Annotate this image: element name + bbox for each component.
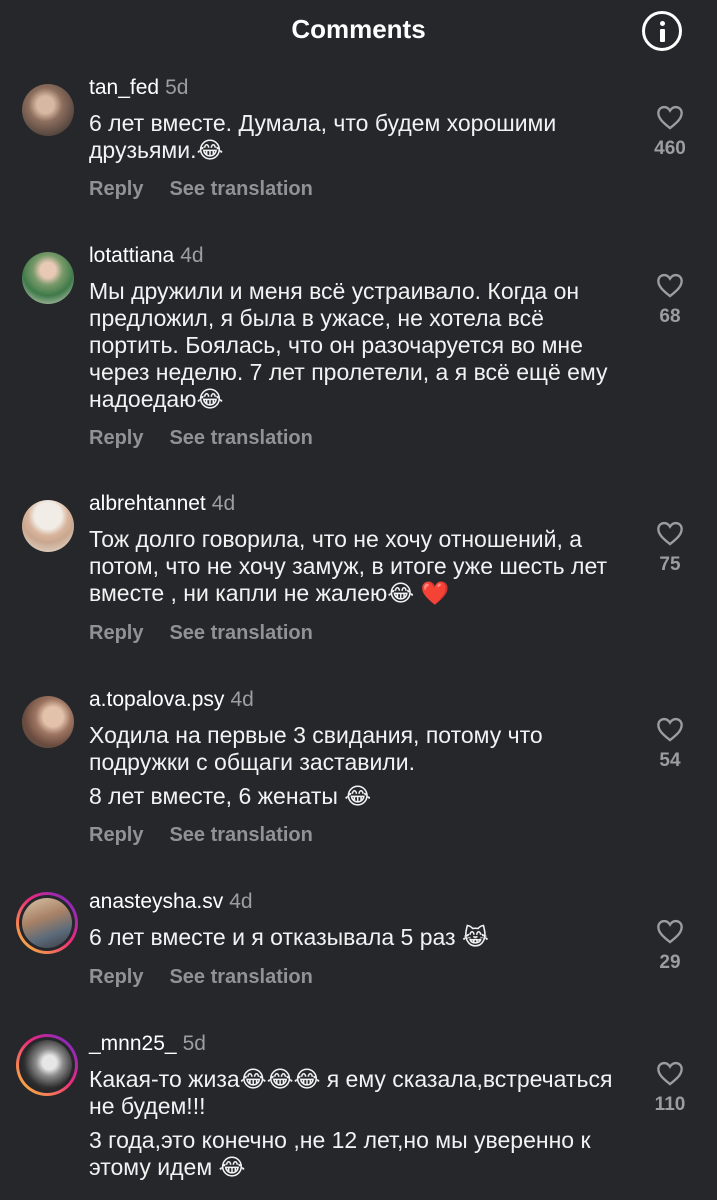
avatar [22,1040,72,1090]
reply-button[interactable]: Reply [89,966,143,988]
comment-username[interactable]: tan_fed 5d [89,76,188,100]
comment-username[interactable]: a.topalova.psy 4d [89,688,254,712]
like-control: 110 [640,1060,700,1116]
comment-username[interactable]: anasteysha.sv 4d [89,890,253,914]
comment-time: 5d [182,1032,206,1055]
avatar-story-ring[interactable] [16,892,78,954]
comments-header: Comments [0,0,717,64]
username-text[interactable]: _mnn25_ [89,1032,177,1055]
comment-text: 6 лет вместе и я отказывала 5 раз 😹 [89,924,634,951]
heart-icon[interactable] [656,104,684,130]
heart-icon[interactable] [656,716,684,742]
comment-paragraph: 8 лет вместе, 6 женаты 😂 [89,783,372,809]
comment-actions: Reply See translation [89,622,313,645]
comment-username[interactable]: albrehtannet 4d [89,492,235,516]
comment-text: 6 лет вместе. Думала, что будем хорошими… [89,110,634,164]
comment-time: 5d [165,76,189,99]
like-count: 54 [659,750,681,771]
comment-time: 4d [230,688,254,711]
username-text[interactable]: lotattiana [89,244,174,267]
avatar [22,898,72,948]
see-translation-button[interactable]: See translation [169,966,312,988]
reply-button[interactable]: Reply [89,427,143,449]
comment-text: Какая-то жиза😂😂😂 я ему сказала,встречать… [89,1066,634,1181]
comment-text: Ходила на первые 3 свидания, потому что … [89,722,634,810]
see-translation-button[interactable]: See translation [169,824,312,846]
avatar[interactable] [22,84,74,136]
heart-icon[interactable] [656,272,684,298]
like-count: 110 [654,1094,686,1115]
comment-actions: Reply See translation [89,824,313,847]
reply-button[interactable]: Reply [89,622,143,644]
avatar[interactable] [22,696,74,748]
avatar-story-ring[interactable] [16,1034,78,1096]
like-control: 460 [640,104,700,160]
like-control: 29 [640,918,700,974]
username-text[interactable]: anasteysha.sv [89,890,223,913]
comment-username[interactable]: _mnn25_ 5d [89,1032,206,1056]
like-control: 75 [640,520,700,576]
comment-time: 4d [211,492,236,515]
comment-actions: Reply See translation [89,427,313,450]
comment-time: 4d [229,890,253,913]
comment-paragraph: 3 года,это конечно ,не 12 лет,но мы увер… [89,1127,591,1180]
info-icon-stem [660,29,665,42]
comment-paragraph: Какая-то жиза😂😂😂 я ему сказала,встречать… [89,1066,613,1119]
see-translation-button[interactable]: See translation [169,178,312,200]
heart-icon[interactable] [656,918,684,944]
reply-button[interactable]: Reply [89,178,143,200]
comment-text: Тож долго говорила, что не хочу отношени… [89,526,634,607]
comment-paragraph: Ходила на первые 3 свидания, потому что … [89,722,543,775]
username-text[interactable]: a.topalova.psy [89,688,224,711]
page-title: Comments [291,14,426,44]
see-translation-button[interactable]: See translation [169,427,312,449]
like-control: 68 [640,272,700,328]
username-text[interactable]: albrehtannet [89,492,206,515]
comment-paragraph: Тож долго говорила, что не хочу отношени… [89,526,608,606]
username-text[interactable]: tan_fed [89,76,159,99]
avatar[interactable] [22,252,74,304]
comment-actions: Reply See translation [89,178,313,201]
like-count: 75 [659,554,681,575]
comment-paragraph: 6 лет вместе. Думала, что будем хорошими… [89,110,557,163]
info-icon-dot [660,21,665,26]
avatar[interactable] [22,500,74,552]
comment-paragraph: Мы дружили и меня всё устраивало. Когда … [89,278,608,412]
like-control: 54 [640,716,700,772]
comment-text: Мы дружили и меня всё устраивало. Когда … [89,278,634,413]
reply-button[interactable]: Reply [89,824,143,846]
comment-paragraph: 6 лет вместе и я отказывала 5 раз 😹 [89,924,489,950]
like-count: 68 [659,306,681,327]
comment-time: 4d [180,244,204,267]
info-icon[interactable] [642,11,682,51]
like-count: 460 [654,138,686,159]
comment-username[interactable]: lotattiana 4d [89,244,204,268]
heart-icon[interactable] [656,520,684,546]
heart-icon[interactable] [656,1060,684,1086]
see-translation-button[interactable]: See translation [169,622,312,644]
comment-actions: Reply See translation [89,966,313,989]
like-count: 29 [659,952,681,973]
